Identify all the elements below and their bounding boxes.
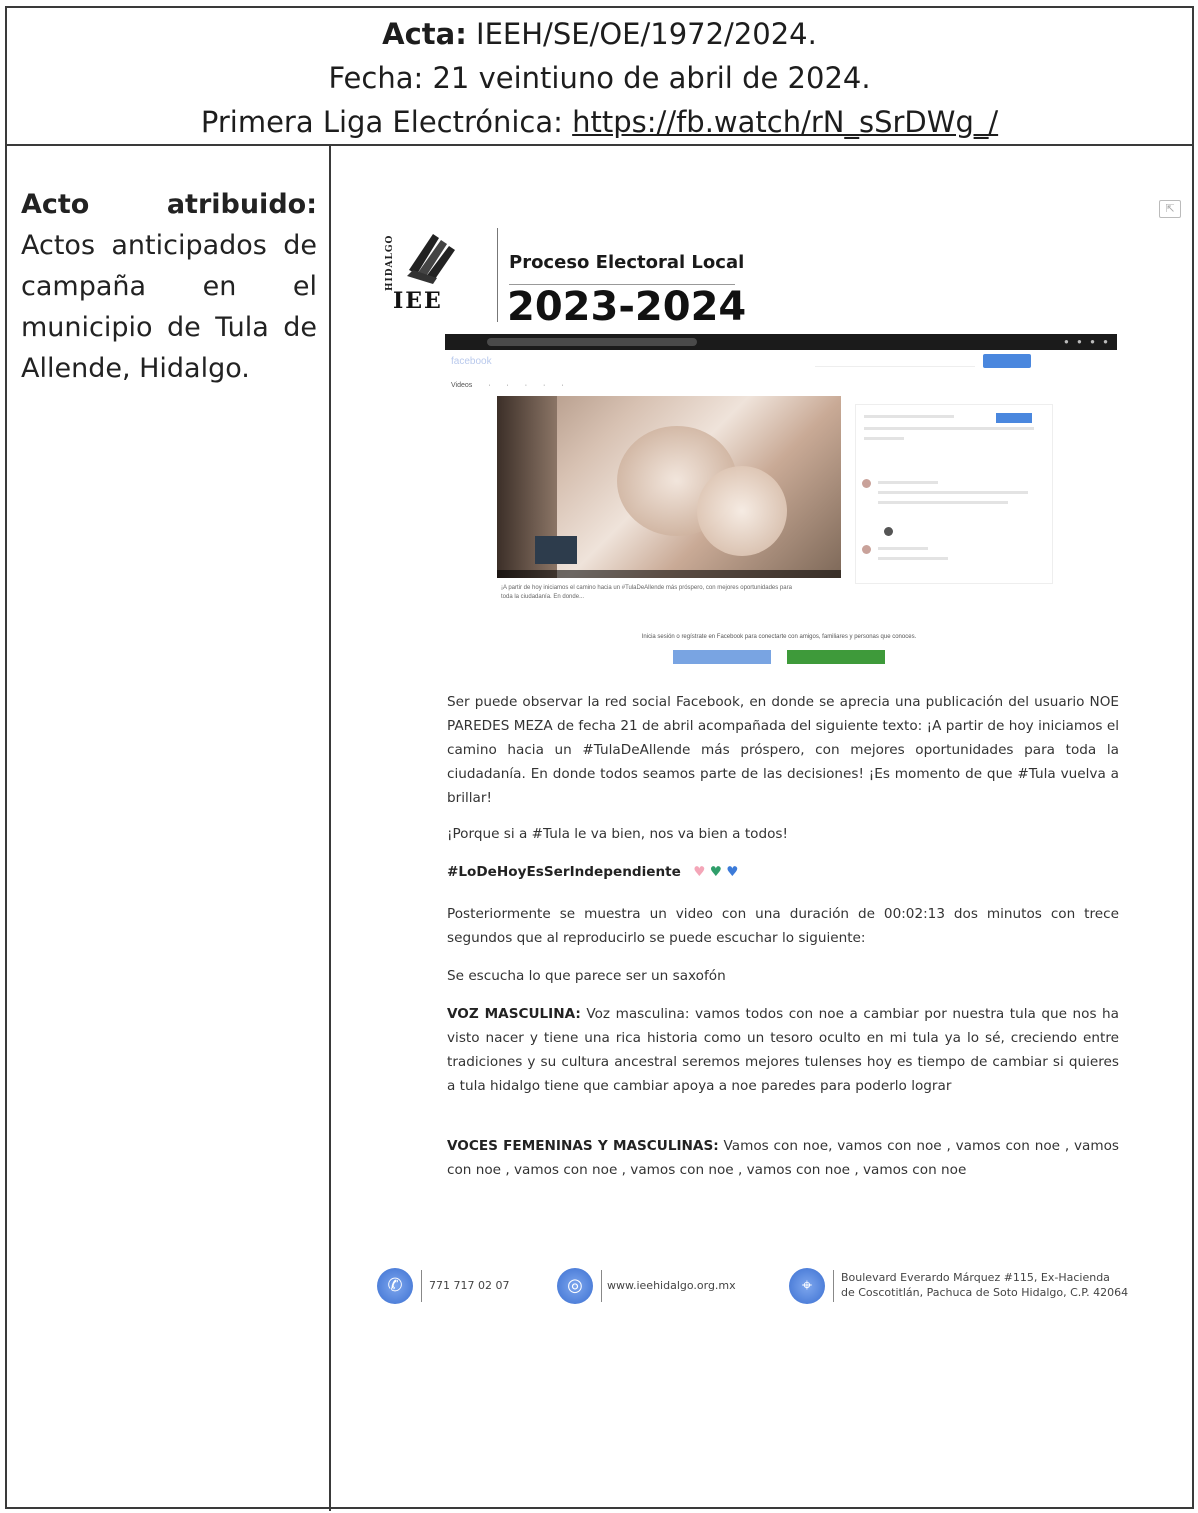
column-divider [329,146,331,1511]
fecha-line: Fecha: 21 veintiuno de abril de 2024. [328,61,871,95]
share-icon: ⇱ [1159,200,1181,218]
acto-atribuido-description: Actos anticipados de campaña en el munic… [21,230,317,384]
footer-address: Boulevard Everardo Márquez #115, Ex-Haci… [841,1271,1129,1299]
liga-link[interactable]: https://fb.watch/rN_sSrDWg_/ [572,105,998,139]
document-header: Acta: IEEH/SE/OE/1972/2024. Fecha: 21 ve… [7,8,1192,146]
letterhead-year: 2023-2024 [507,284,747,330]
acta-line: Acta: IEEH/SE/OE/1972/2024. [7,12,1192,56]
acta-value: IEEH/SE/OE/1972/2024. [476,17,817,51]
document-frame: Acta: IEEH/SE/OE/1972/2024. Fecha: 21 ve… [5,6,1197,1511]
paragraph-2: ¡Porque si a #Tula le va bien, nos va bi… [447,826,788,842]
facebook-screenshot: ● ● ● ● facebook Videos · · · · · ¡A par… [445,334,1117,674]
comments-panel [855,404,1053,584]
video-frame [497,396,841,578]
acto-atribuido-label: Acto atribuido: [21,189,317,220]
letterhead-title: Proceso Electoral Local [509,252,745,273]
paragraph-7: VOCES FEMENINAS Y MASCULINAS: Vamos con … [447,1134,1119,1182]
right-column: ⇱ HIDALGO IEE Proceso Electoral Local 20… [337,148,1197,1508]
paragraph-7-label: VOCES FEMENINAS Y MASCULINAS: [447,1138,719,1154]
facebook-tabs: Videos · · · · · [451,382,564,389]
paragraph-3: #LoDeHoyEsSerIndependiente ♥ ♥ ♥ [447,860,1119,884]
fb-login-button [673,650,771,664]
facebook-search [815,356,975,367]
paragraph-6-label: VOZ MASCULINA: [447,1006,581,1022]
login-banner: Inicia sesión o regístrate en Facebook p… [641,634,917,640]
acta-label: Acta: [382,17,467,51]
liga-line: Primera Liga Electrónica: https://fb.wat… [7,100,1192,144]
address-bar [487,338,697,346]
hashtag: #LoDeHoyEsSerIndependiente [447,864,681,880]
paragraph-5: Se escucha lo que parece ser un saxofón [447,968,726,984]
globe-icon: ◎ [557,1268,593,1304]
logo-text: IEE [393,288,443,314]
video-thumbnail [535,536,577,564]
letterhead-separator [497,228,498,322]
video-seekbar [497,570,841,578]
facebook-brand: facebook [451,356,492,367]
logo-mark-icon [407,234,455,284]
browser-controls-icon: ● ● ● ● [1064,337,1111,346]
phone-icon: ✆ [377,1268,413,1304]
footer-phone: 771 717 02 07 [429,1279,510,1292]
location-icon: ⌖ [789,1268,825,1304]
facebook-login-button [983,354,1031,368]
heart-icons: ♥ ♥ ♥ [693,864,739,880]
liga-label: Primera Liga Electrónica: [200,105,563,139]
paragraph-6: VOZ MASCULINA: Voz masculina: vamos todo… [447,1002,1119,1098]
ieeh-logo: HIDALGO IEE [385,226,477,326]
post-caption: ¡A partir de hoy iniciamos el camino hac… [501,585,792,600]
fb-create-account-button [787,650,885,664]
footer-web: www.ieehidalgo.org.mx [607,1279,736,1292]
letterhead-footer: ✆ 771 717 02 07 ◎ www.ieehidalgo.org.mx … [377,1266,1187,1310]
paragraph-1: Ser puede observar la red social Faceboo… [447,694,1119,806]
browser-bar: ● ● ● ● [445,334,1117,350]
left-column: Acto atribuido: Actos anticipados de cam… [21,184,317,389]
paragraph-4: Posteriormente se muestra un video con u… [447,906,1119,946]
